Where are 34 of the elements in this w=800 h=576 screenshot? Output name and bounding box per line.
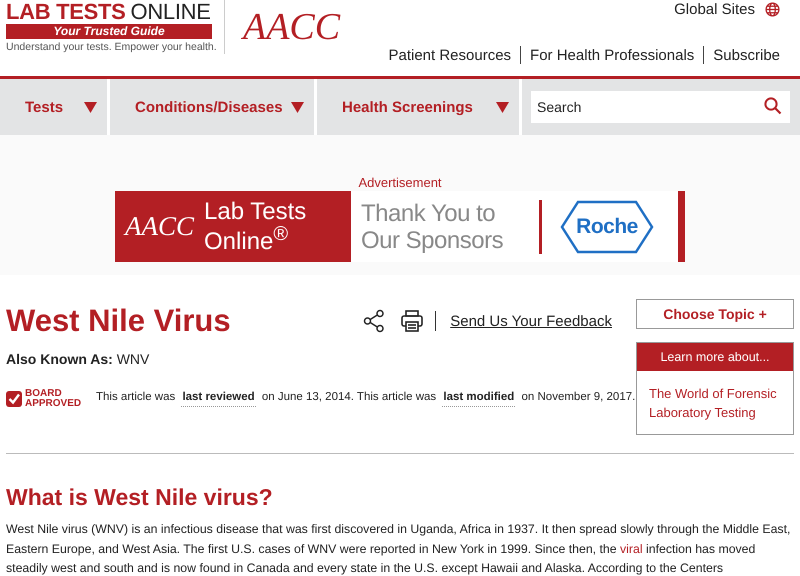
search-field[interactable]: Search: [531, 91, 790, 123]
banner-edge-stripe: [678, 191, 685, 262]
logo-slogan: Your Trusted Guide: [6, 24, 212, 39]
search-icon[interactable]: [764, 97, 782, 115]
top-link[interactable]: Subscribe: [704, 46, 780, 64]
feedback-link[interactable]: Send Us Your Feedback: [450, 312, 612, 330]
banner-logo: AACC: [125, 211, 194, 242]
checkmark-icon: [6, 391, 22, 407]
article-paragraph: West Nile virus (WNV) is an infectious disease that was first discovered in Uganda, Africa in 1937. It then spread slowly through the Middle East, Eastern Europe, and West Asia. The first U.S. cases of WNV were reported in New York in 1999. Since then, the viral infection has moved steadily west and south and is now found in Canada and every state in the U.S. except Hawaii and Alaska. According to the Centers: [6, 521, 792, 576]
logo-text: ONLINE: [130, 0, 211, 24]
top-link[interactable]: For Health Professionals: [521, 46, 704, 64]
sponsor-logo: Roche: [560, 200, 654, 254]
globe-icon[interactable]: [765, 2, 780, 17]
caret-icon: [84, 102, 97, 112]
badge-text: BOARD APPROVED: [25, 389, 82, 409]
global-sites-link[interactable]: Global Sites: [674, 1, 755, 18]
review-info: This article was last reviewed on June 13, 2014. This article was last modified on November 9, 2017.: [96, 389, 636, 405]
page-title: West Nile Virus: [6, 302, 231, 340]
also-known-as: Also Known As: WNV: [6, 351, 150, 367]
choose-topic-button[interactable]: Choose Topic +: [636, 299, 794, 329]
top-link[interactable]: Patient Resources: [379, 46, 520, 64]
related-topic-link[interactable]: The World of Forensic Laboratory Testing: [649, 384, 781, 422]
section-heading: What is West Nile virus?: [6, 483, 274, 512]
panel-header: Learn more about...: [637, 343, 793, 371]
share-icon[interactable]: [363, 309, 386, 333]
partner-logo[interactable]: AACC: [243, 0, 342, 53]
viral-link[interactable]: viral: [620, 542, 643, 556]
caret-icon: [496, 102, 509, 112]
banner-text: Thank You to Our Sponsors: [361, 200, 504, 254]
banner-brand: Lab Tests Online$^{®}$: [204, 200, 308, 253]
logo-text: LAB TESTS: [6, 0, 126, 24]
print-icon[interactable]: [401, 310, 424, 332]
caret-icon: [291, 102, 304, 112]
advertisement-label: Advertisement: [358, 175, 442, 190]
